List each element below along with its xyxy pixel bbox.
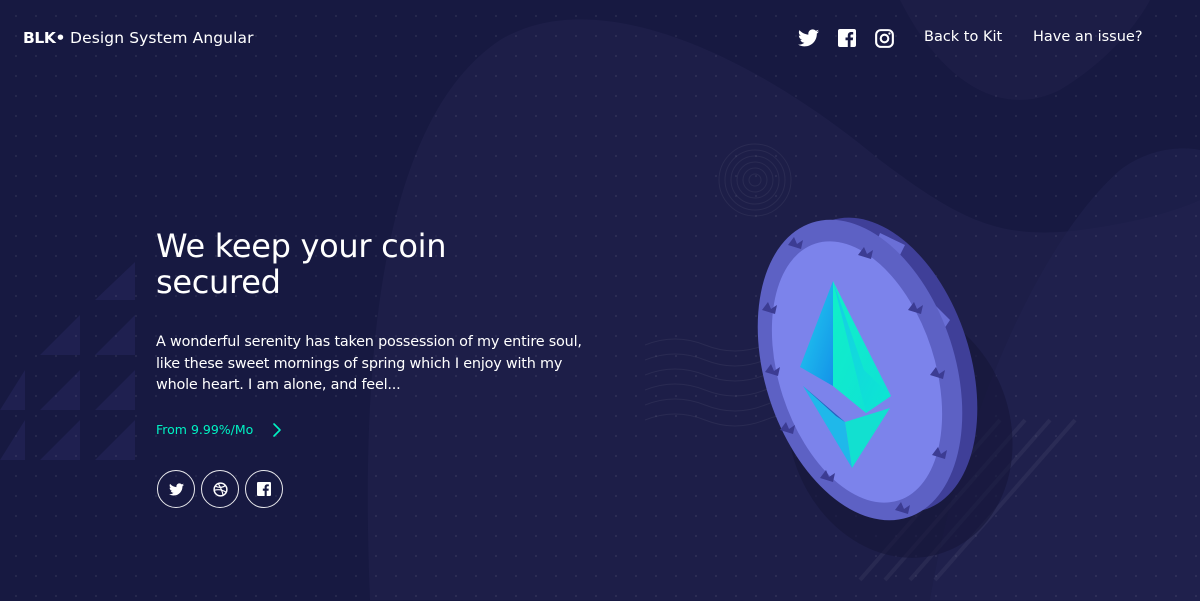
- twitter-icon: [168, 482, 184, 495]
- facebook-icon: [838, 29, 856, 47]
- brand-logo[interactable]: BLK• Design System Angular: [23, 29, 254, 47]
- landing-page: BLK• Design System Angular Back to Kit H…: [0, 0, 1200, 601]
- nav-twitter-button[interactable]: [797, 27, 819, 49]
- chevron-right-icon[interactable]: [271, 421, 283, 439]
- nav-facebook-button[interactable]: [836, 27, 858, 49]
- hero-dribbble-button[interactable]: [201, 470, 239, 508]
- hero-title-line1: We keep your coin: [156, 227, 447, 265]
- nav-link-back-to-kit[interactable]: Back to Kit: [924, 29, 1002, 45]
- price-link[interactable]: From 9.99%/Mo: [156, 422, 253, 437]
- hero-twitter-button[interactable]: [157, 470, 195, 508]
- hero-title: We keep your coin secured: [156, 228, 576, 300]
- hero-facebook-button[interactable]: [245, 470, 283, 508]
- twitter-icon: [797, 29, 819, 47]
- nav-link-have-an-issue[interactable]: Have an issue?: [1033, 29, 1143, 45]
- instagram-icon: [874, 28, 894, 48]
- brand-text: Design System Angular: [70, 29, 254, 47]
- dribbble-icon: [212, 481, 228, 497]
- navbar: BLK• Design System Angular Back to Kit H…: [0, 0, 1200, 78]
- facebook-icon: [257, 482, 271, 496]
- hero-title-line2: secured: [156, 263, 281, 301]
- hero-description: A wonderful serenity has taken possessio…: [156, 334, 582, 393]
- nav-instagram-button[interactable]: [873, 27, 895, 49]
- brand-bold: BLK•: [23, 29, 66, 47]
